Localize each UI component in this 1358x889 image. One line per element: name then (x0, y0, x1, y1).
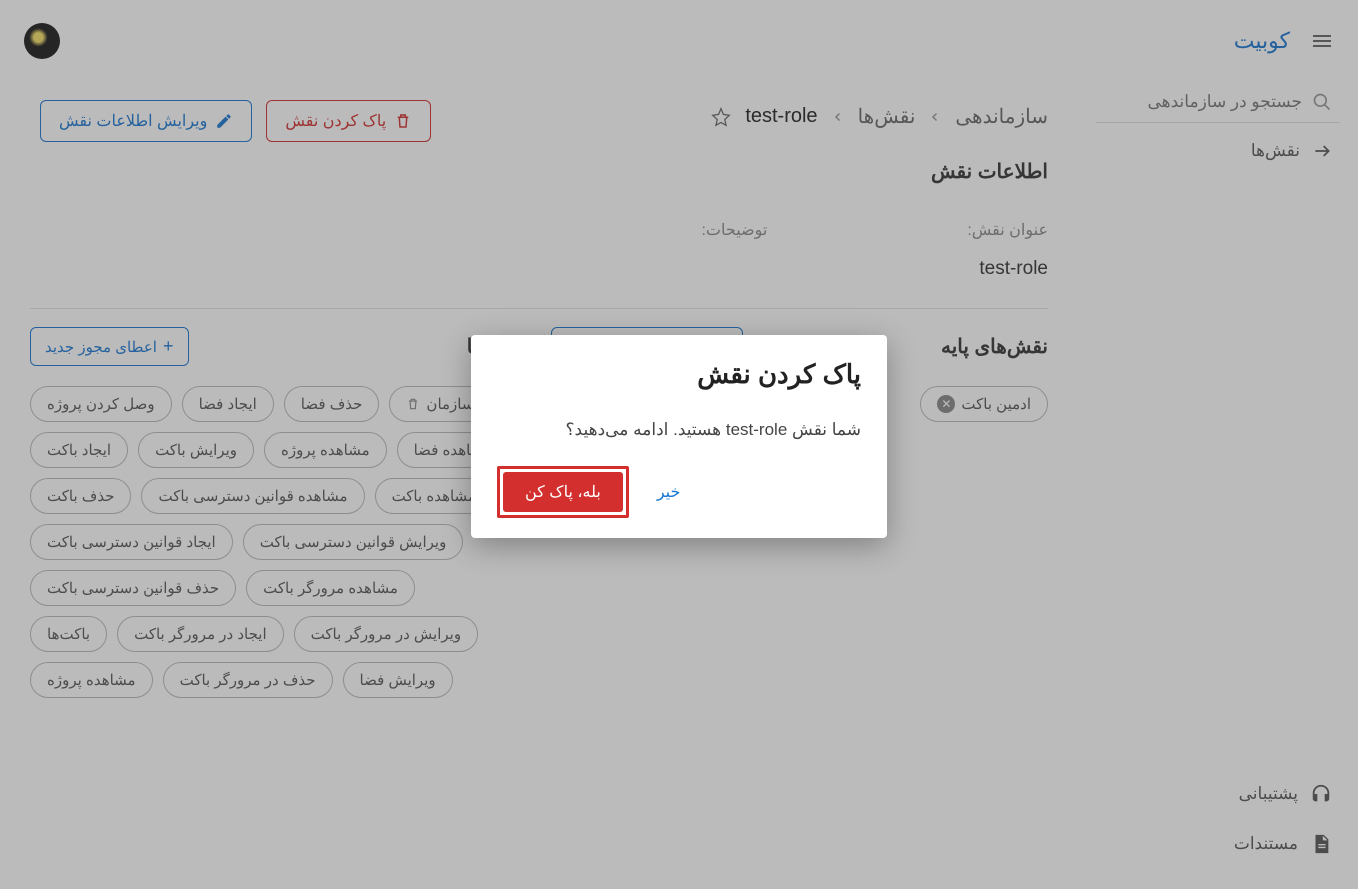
modal-overlay[interactable]: پاک کردن نقش شما نقش test-role هستید. اد… (0, 0, 1358, 889)
modal-no-button[interactable]: خیر (645, 474, 693, 510)
confirm-modal: پاک کردن نقش شما نقش test-role هستید. اد… (471, 335, 887, 538)
modal-body: شما نقش test-role هستید. ادامه می‌دهید؟ (497, 420, 861, 440)
highlight-box: بله، پاک کن (497, 466, 629, 518)
modal-yes-button[interactable]: بله، پاک کن (503, 472, 623, 512)
modal-title: پاک کردن نقش (497, 359, 861, 390)
